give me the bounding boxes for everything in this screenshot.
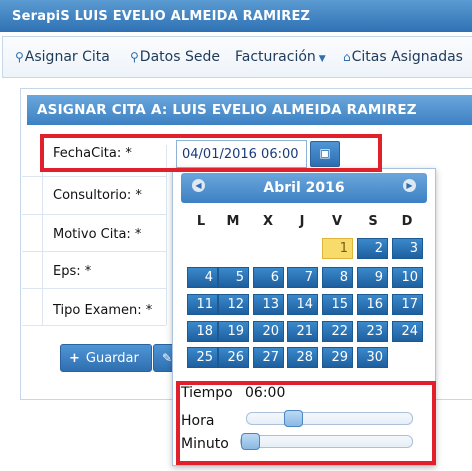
calendar-day[interactable]: 15 <box>322 294 353 315</box>
menu-item-citas-asignadas[interactable]: ⌂Citas Asignadas <box>343 49 463 65</box>
calendar-day[interactable]: 8 <box>322 267 353 288</box>
menu-item-label: Asignar Cita <box>24 49 110 65</box>
menu-item-label: Facturación <box>235 49 316 65</box>
datepicker-month-title: Abril 2016 <box>181 173 427 203</box>
calendar-day[interactable]: 9 <box>357 267 388 288</box>
prev-month-icon[interactable]: ◀ <box>192 179 205 192</box>
plus-icon: + <box>69 351 80 366</box>
guardar-button[interactable]: + Guardar <box>60 344 152 372</box>
menu-item-datos-sede[interactable]: ⚲Datos Sede <box>130 49 220 65</box>
form-divider <box>22 288 166 289</box>
form-divider <box>22 176 166 177</box>
consultorio-label: Consultorio: * <box>53 188 142 203</box>
form-divider <box>22 251 166 252</box>
weekday-header: D <box>401 214 413 229</box>
menu-item-label: Datos Sede <box>139 49 220 65</box>
calendar-day[interactable]: 10 <box>392 267 423 288</box>
menu-item-asignar-cita[interactable]: ⚲Asignar Cita <box>15 49 110 65</box>
calendar-day[interactable]: 29 <box>322 347 353 368</box>
menu-item-label: Citas Asignadas <box>351 49 463 65</box>
next-month-icon[interactable]: ▶ <box>403 179 416 192</box>
form-divider <box>166 145 167 325</box>
calendar-day[interactable]: 30 <box>357 347 388 368</box>
calendar-day[interactable]: 17 <box>392 294 423 315</box>
tipo-examen-label: Tipo Examen: * <box>53 303 153 318</box>
motivo-cita-label: Motivo Cita: * <box>53 227 142 242</box>
eps-label: Eps: * <box>53 264 92 279</box>
calendar-day[interactable]: 25 <box>187 347 218 368</box>
weekday-header: M <box>226 214 240 229</box>
calendar-day[interactable]: 14 <box>287 294 318 315</box>
calendar-day[interactable]: 11 <box>187 294 218 315</box>
form-divider <box>22 325 166 326</box>
weekday-header: V <box>331 214 343 229</box>
weekday-header: S <box>368 214 378 229</box>
search-icon: ⚲ <box>15 50 24 64</box>
chevron-down-icon: ▼ <box>318 54 326 64</box>
calendar-day[interactable]: 18 <box>187 321 218 342</box>
form-divider <box>42 145 43 325</box>
calendar-day[interactable]: 4 <box>187 267 218 288</box>
weekday-header: L <box>196 214 206 229</box>
home-icon: ⌂ <box>343 50 351 64</box>
calendar-day[interactable]: 28 <box>287 347 318 368</box>
guardar-label: Guardar <box>85 351 139 366</box>
calendar-day[interactable]: 19 <box>218 321 249 342</box>
calendar-day[interactable]: 1 <box>322 238 353 259</box>
calendar-day[interactable]: 24 <box>392 321 423 342</box>
calendar-day[interactable]: 3 <box>392 238 423 259</box>
calendar-day[interactable]: 16 <box>357 294 388 315</box>
pencil-icon: ✎ <box>162 351 173 365</box>
calendar-day[interactable]: 2 <box>357 238 388 259</box>
window-title: SerapiS LUIS EVELIO ALMEIDA RAMIREZ <box>0 0 472 32</box>
weekday-header: X <box>262 214 274 229</box>
calendar-day[interactable]: 5 <box>218 267 249 288</box>
panel-title: ASIGNAR CITA A: LUIS EVELIO ALMEIDA RAMI… <box>27 95 472 125</box>
calendar-day[interactable]: 27 <box>253 347 284 368</box>
fecha-highlight-box <box>40 134 382 172</box>
menu-item-facturacion[interactable]: Facturación ▼ <box>235 49 326 65</box>
form-divider <box>22 214 166 215</box>
time-highlight-box <box>176 381 436 465</box>
calendar-day[interactable]: 20 <box>253 321 284 342</box>
calendar-day[interactable]: 21 <box>287 321 318 342</box>
search-icon: ⚲ <box>130 50 139 64</box>
calendar-day[interactable]: 7 <box>287 267 318 288</box>
calendar-day[interactable]: 13 <box>253 294 284 315</box>
calendar-day[interactable]: 12 <box>218 294 249 315</box>
menu-bar: ⚲Asignar Cita ⚲Datos Sede Facturación ▼ ⌂… <box>2 36 472 78</box>
calendar-day[interactable]: 6 <box>253 267 284 288</box>
calendar-day[interactable]: 23 <box>357 321 388 342</box>
calendar-day[interactable]: 22 <box>322 321 353 342</box>
calendar-day[interactable]: 26 <box>218 347 249 368</box>
weekday-header: J <box>299 214 305 229</box>
